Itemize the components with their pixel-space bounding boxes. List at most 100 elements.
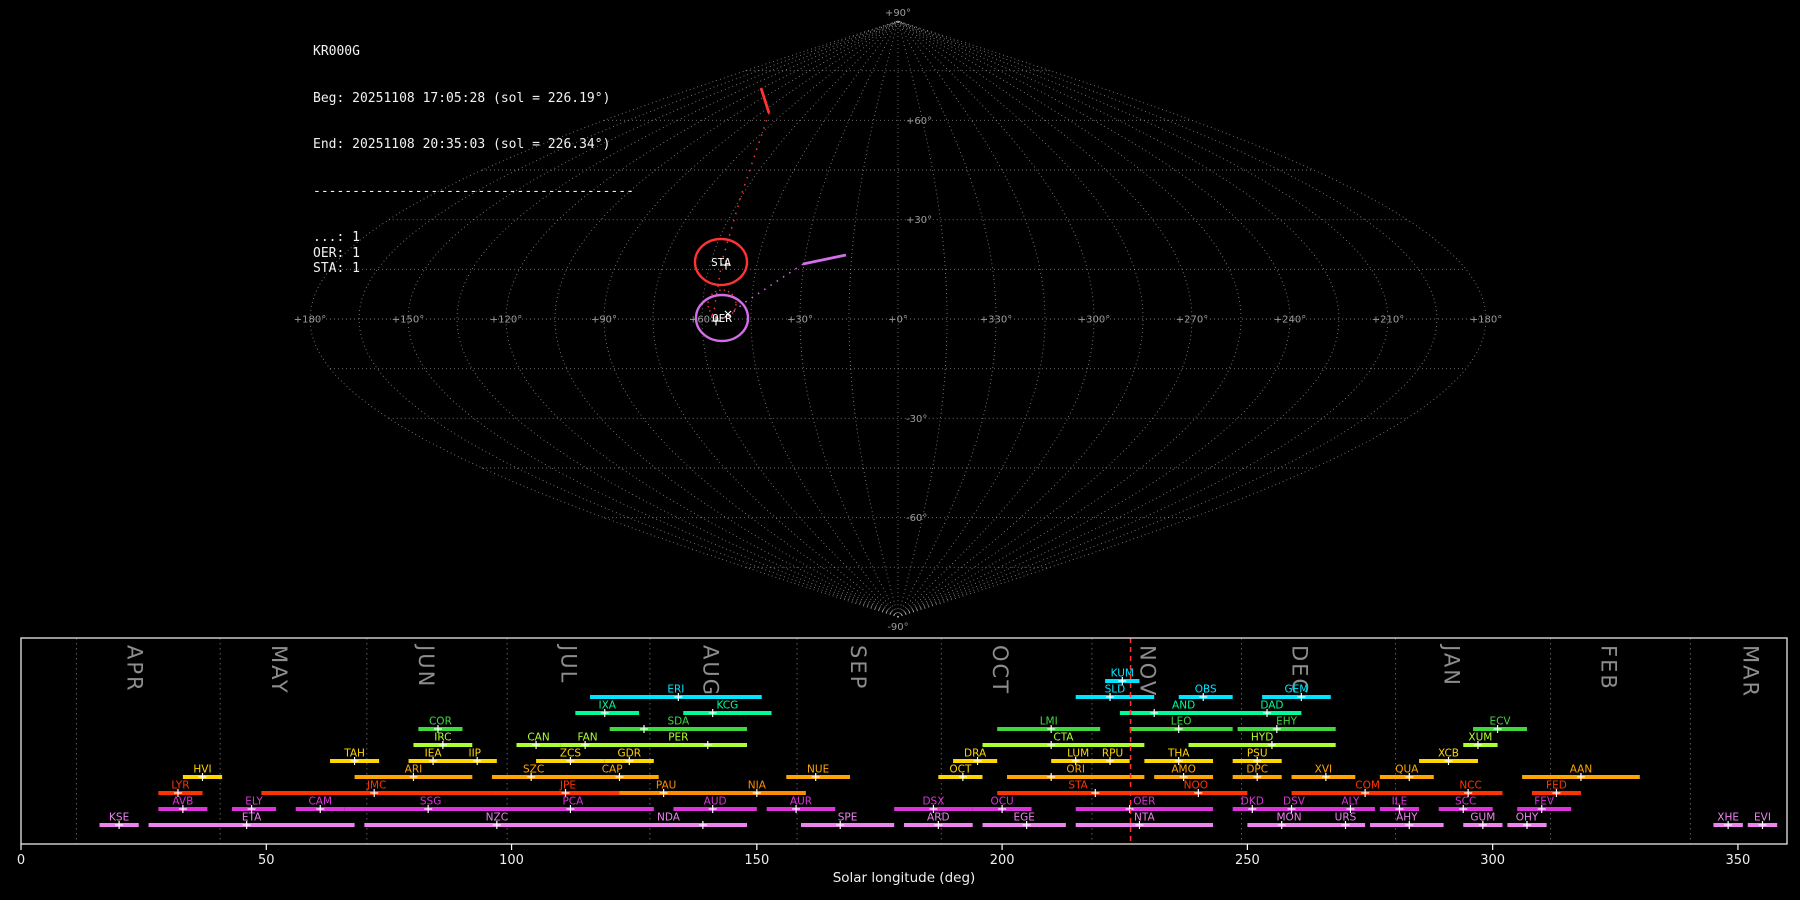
x-axis-title: Solar longitude (deg) xyxy=(833,870,976,886)
shower-label-NUE: NUE xyxy=(807,764,829,776)
shower-count: OER: 1 xyxy=(313,245,360,261)
shower-label-FEV: FEV xyxy=(1534,796,1555,808)
month-label-MAR: MAR xyxy=(1739,645,1763,698)
map-meridian xyxy=(603,20,899,618)
map-lon-label: +330° xyxy=(980,315,1012,326)
shower-label-ZCS: ZCS xyxy=(560,748,582,760)
station-id: KR000G xyxy=(313,44,360,59)
map-lon-label: +150° xyxy=(392,315,424,326)
begin-time: Beg: 20251108 17:05:28 (sol = 226.19°) xyxy=(313,90,611,106)
shower-label-CAP: CAP xyxy=(602,764,623,776)
map-lat-label: -60° xyxy=(906,513,927,524)
shower-label-FED: FED xyxy=(1546,780,1567,792)
month-label-JAN: JAN xyxy=(1439,643,1463,687)
shower-label-NIA: NIA xyxy=(748,780,767,792)
shower-label-URS: URS xyxy=(1335,812,1357,824)
shower-label-NOO: NOO xyxy=(1184,780,1208,792)
shower-label-SPE: SPE xyxy=(838,812,858,824)
month-label-NOV: NOV xyxy=(1135,645,1159,697)
shower-label-CAM: CAM xyxy=(308,796,332,808)
shower-label-EHY: EHY xyxy=(1276,716,1298,728)
shower-label-STA: STA xyxy=(1068,780,1088,792)
map-lon-label: +210° xyxy=(1372,315,1404,326)
map-lon-label: +240° xyxy=(1274,315,1306,326)
shower-label-PCA: PCA xyxy=(562,796,584,808)
shower-label-IIP: IIP xyxy=(468,748,481,760)
shower-label-OER: OER xyxy=(1133,796,1155,808)
shower-label-AVB: AVB xyxy=(172,796,193,808)
map-lon-label: +180° xyxy=(1470,315,1502,326)
month-label-MAY: MAY xyxy=(267,645,291,695)
shower-label-ERI: ERI xyxy=(667,684,684,696)
shower-label-MON: MON xyxy=(1276,812,1301,824)
shower-label-NCC: NCC xyxy=(1459,780,1482,792)
shower-label-ORI: ORI xyxy=(1066,764,1085,776)
shower-label-THA: THA xyxy=(1167,748,1190,760)
shower-label-JMC: JMC xyxy=(366,780,387,792)
x-tick-label: 100 xyxy=(499,853,524,868)
x-tick-label: 150 xyxy=(744,853,769,868)
shower-label-AUR: AUR xyxy=(790,796,812,808)
end-time: End: 20251108 20:35:03 (sol = 226.34°) xyxy=(313,137,611,152)
shower-count: ...: 1 xyxy=(313,230,360,245)
month-label-OCT: OCT xyxy=(988,645,1012,695)
shower-label-JPE: JPE xyxy=(559,780,576,792)
shower-label-PSU: PSU xyxy=(1247,748,1268,760)
plot-canvas: +180° +150° +120° +90° +60° +30° +0° +330° +300°… xyxy=(17,8,1788,886)
map-lon-label: +90° xyxy=(591,315,617,326)
shower-label-PER: PER xyxy=(668,732,688,744)
shower-label-XCB: XCB xyxy=(1438,748,1459,760)
shower-label-LUM: LUM xyxy=(1067,748,1089,760)
x-tick-label: 50 xyxy=(258,853,275,868)
month-label-AUG: AUG xyxy=(699,645,723,697)
shower-label-HYD: HYD xyxy=(1251,732,1273,744)
month-label-JUL: JUL xyxy=(556,643,580,684)
map-lon-label: +120° xyxy=(490,315,522,326)
shower-label-ECV: ECV xyxy=(1489,716,1511,728)
shower-label-DPC: DPC xyxy=(1246,764,1268,776)
activity-chart: APR MAY JUN JUL AUG SEP OCT NOV DEC JAN FEB MARKUME… xyxy=(17,637,1788,886)
shower-label-HVI: HVI xyxy=(193,764,211,776)
month-label-FEB: FEB xyxy=(1596,645,1620,691)
shower-label-RPU: RPU xyxy=(1102,748,1123,760)
shower-label-QUA: QUA xyxy=(1395,764,1419,776)
shower-label-KSE: KSE xyxy=(109,812,129,824)
shower-label-EVI: EVI xyxy=(1754,812,1771,824)
map-lon-label: +300° xyxy=(1078,315,1110,326)
radiant-plot-page: KR000G Beg: 20251108 17:05:28 (sol = 226… xyxy=(0,0,1800,900)
shower-label-ILE: ILE xyxy=(1392,796,1408,808)
shower-label-OCT: OCT xyxy=(949,764,972,776)
shower-label-XVI: XVI xyxy=(1315,764,1332,776)
map-lat-label: -30° xyxy=(906,414,927,425)
shower-label-LEO: LEO xyxy=(1171,716,1192,728)
shower-label-NTA: NTA xyxy=(1134,812,1155,824)
shower-label-AND: AND xyxy=(1172,700,1195,712)
shower-label-OCU: OCU xyxy=(990,796,1013,808)
shower-label-IRC: IRC xyxy=(434,732,451,744)
separator-line: ----------------------------------------… xyxy=(313,183,634,199)
shower-label-CAN: CAN xyxy=(527,732,549,744)
shower-label-DSX: DSX xyxy=(922,796,944,808)
shower-label-NZC: NZC xyxy=(486,812,508,824)
meteor-track-STA xyxy=(759,87,771,114)
shower-label-DRA: DRA xyxy=(964,748,987,760)
meteor-trail-dashed-STA xyxy=(712,112,770,318)
meteor-trail-dashed-OER xyxy=(726,263,804,318)
shower-label-ETA: ETA xyxy=(242,812,262,824)
shower-label-FAN: FAN xyxy=(578,732,598,744)
shower-label-TAH: TAH xyxy=(343,748,365,760)
shower-label-SZC: SZC xyxy=(523,764,544,776)
map-lat-label: -90° xyxy=(887,622,908,633)
shower-label-AAN: AAN xyxy=(1570,764,1593,776)
shower-label-LMI: LMI xyxy=(1040,716,1058,728)
shower-label-SDA: SDA xyxy=(667,716,690,728)
x-tick-label: 300 xyxy=(1480,853,1505,868)
shower-label-NDA: NDA xyxy=(657,812,681,824)
shower-label-AMO: AMO xyxy=(1171,764,1196,776)
shower-label-PAU: PAU xyxy=(656,780,677,792)
x-tick-label: 0 xyxy=(17,853,25,868)
map-lat-label: +60° xyxy=(906,116,932,127)
month-label-SEP: SEP xyxy=(846,645,870,690)
month-label-JUN: JUN xyxy=(414,643,438,688)
shower-label-EGE: EGE xyxy=(1013,812,1034,824)
